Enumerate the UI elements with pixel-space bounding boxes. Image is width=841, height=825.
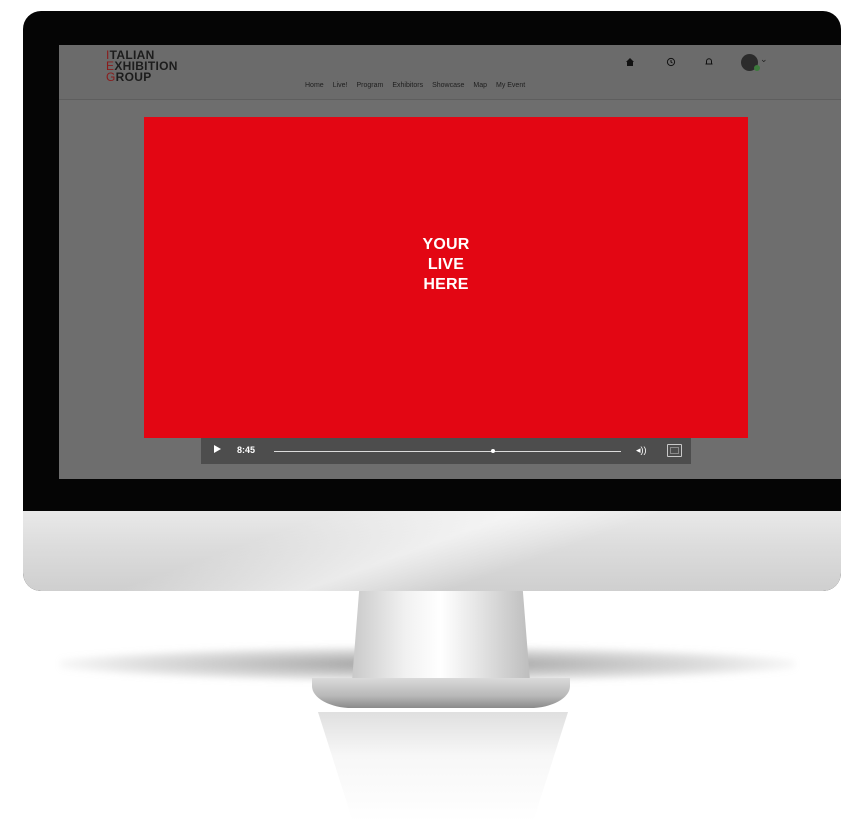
home-icon[interactable] <box>623 55 637 69</box>
menu-item-exhibitors[interactable]: Exhibitors <box>392 82 423 89</box>
top-nav: ITALIAN EXHIBITION GROUP Home Live! Prog… <box>59 45 841 100</box>
notification-bell-icon[interactable] <box>702 55 716 69</box>
nav-icons <box>59 55 841 75</box>
history-icon[interactable] <box>664 55 678 69</box>
stand-reflection <box>318 712 568 822</box>
main-menu: Home Live! Program Exhibitors Showcase M… <box>305 82 525 89</box>
chevron-down-icon[interactable]: ⌄ <box>760 54 768 65</box>
volume-icon[interactable]: ◂)) <box>636 445 647 456</box>
monitor-stand-neck <box>352 591 530 681</box>
progress-track[interactable] <box>274 451 621 452</box>
video-overlay-text: YOUR LIVE HERE <box>422 235 470 293</box>
monitor-stand-base <box>312 678 570 708</box>
progress-thumb[interactable] <box>490 449 495 453</box>
play-icon[interactable] <box>214 445 221 453</box>
video-time: 8:45 <box>237 445 256 455</box>
menu-item-home[interactable]: Home <box>305 82 324 89</box>
menu-item-program[interactable]: Program <box>356 82 383 89</box>
menu-item-my-event[interactable]: My Event <box>496 82 525 89</box>
video-controls: 8:45 ◂)) <box>201 438 691 464</box>
menu-item-live[interactable]: Live! <box>333 82 348 89</box>
monitor-chin <box>23 511 841 591</box>
menu-item-map[interactable]: Map <box>473 82 487 89</box>
fullscreen-icon[interactable] <box>667 444 682 457</box>
screen: ITALIAN EXHIBITION GROUP Home Live! Prog… <box>59 45 841 479</box>
avatar[interactable] <box>741 54 760 71</box>
monitor: ITALIAN EXHIBITION GROUP Home Live! Prog… <box>23 11 841 591</box>
menu-item-showcase[interactable]: Showcase <box>432 82 464 89</box>
video-player[interactable]: YOUR LIVE HERE <box>144 117 748 438</box>
